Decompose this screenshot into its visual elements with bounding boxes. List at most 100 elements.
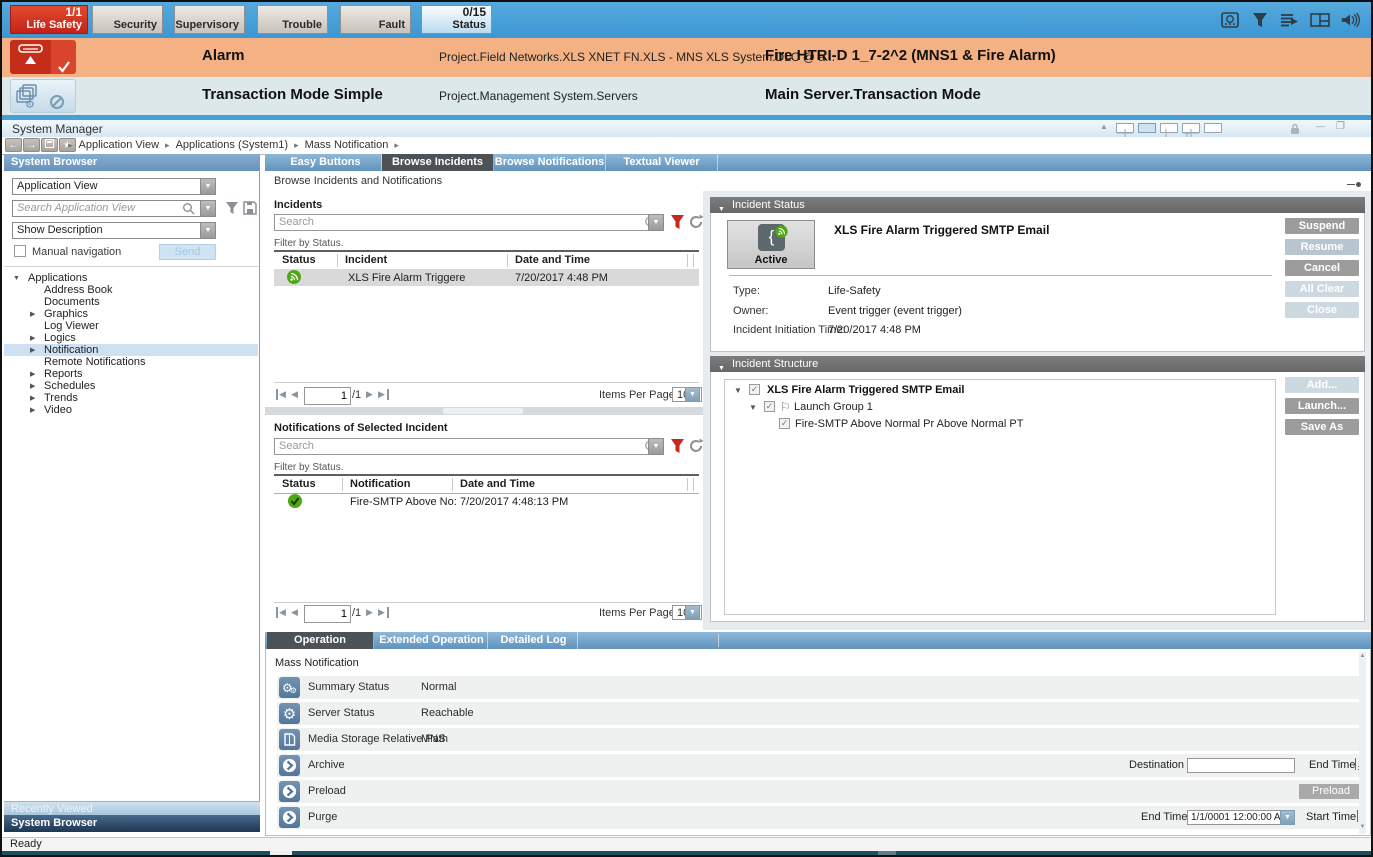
sidebar-search-input[interactable]: Search Application View — [12, 200, 201, 217]
close-button[interactable]: Close — [1285, 302, 1359, 318]
filter-by-status-icon[interactable] — [670, 214, 685, 235]
layout-grid-icon[interactable] — [1182, 123, 1200, 133]
search-dropdown-arrow-icon[interactable]: ▼ — [648, 438, 664, 455]
tab-browse-notifications[interactable]: Browse Notifications — [494, 154, 606, 171]
node-checkbox[interactable]: ✓ — [764, 401, 775, 412]
manual-navigation-checkbox[interactable] — [14, 245, 26, 257]
tree-node[interactable]: ▶Logics — [4, 332, 258, 344]
tree-node[interactable]: ▶Video — [4, 404, 258, 416]
sound-icon[interactable] — [1339, 9, 1361, 31]
last-page-icon[interactable]: ▶ — [378, 389, 385, 400]
structure-node[interactable]: Launch Group 1 — [794, 401, 873, 413]
description-dropdown[interactable]: Show Description — [12, 222, 201, 239]
refresh-icon[interactable] — [688, 214, 704, 235]
search-dropdown-arrow-icon[interactable]: ▼ — [200, 200, 216, 217]
view-dropdown-arrow-icon[interactable]: ▼ — [200, 178, 216, 195]
status-button[interactable]: 0/15 Status — [421, 5, 492, 34]
tab-browse-incidents[interactable]: Browse Incidents — [382, 154, 494, 171]
transaction-banner[interactable]: ⚙ Transaction Mode Simple Project.Manage… — [2, 77, 1371, 115]
pin-icon[interactable] — [1347, 182, 1361, 188]
prev-page-icon[interactable]: ◀ — [291, 389, 298, 400]
view-dropdown[interactable]: Application View — [12, 178, 201, 195]
first-page-icon[interactable]: ◀ — [279, 389, 286, 400]
suspend-button[interactable]: Suspend — [1285, 218, 1359, 234]
tab-detailed-log[interactable]: Detailed Log — [490, 632, 578, 649]
horizontal-splitter[interactable] — [265, 407, 703, 415]
incident-structure-header[interactable]: ▼ Incident Structure — [710, 356, 1365, 372]
tab-extended-operation[interactable]: Extended Operation — [376, 632, 488, 649]
filter-events-icon[interactable] — [1249, 9, 1271, 31]
system-browser-tab[interactable]: System Browser — [4, 815, 260, 832]
cancel-button[interactable]: Cancel — [1285, 260, 1359, 276]
operation-scrollbar[interactable]: ▲ ▼ — [1359, 652, 1366, 834]
tree-node[interactable]: ▶Graphics — [4, 308, 258, 320]
layout-single-icon[interactable] — [1138, 123, 1156, 133]
items-per-page-arrow-icon[interactable]: ▼ — [685, 605, 700, 620]
security-button[interactable]: Security — [92, 5, 163, 34]
notifications-search-input[interactable]: Search — [274, 438, 664, 455]
layout-2x2-icon[interactable] — [1116, 123, 1134, 133]
minimize-icon[interactable]: — — [1316, 121, 1325, 131]
tree-node-notification-selected[interactable]: ▶Notification — [4, 344, 258, 356]
destination-input[interactable] — [1187, 758, 1295, 773]
supervisory-button[interactable]: Supervisory — [174, 5, 245, 34]
description-dropdown-arrow-icon[interactable]: ▼ — [200, 222, 216, 239]
tree-node[interactable]: ▶Schedules — [4, 380, 258, 392]
recently-viewed-tab[interactable]: Recently Viewed — [4, 801, 260, 815]
structure-node[interactable]: Fire-SMTP Above Normal Pr Above Normal P… — [795, 418, 1023, 430]
structure-node[interactable]: XLS Fire Alarm Triggered SMTP Email — [767, 384, 964, 396]
incident-status-header[interactable]: ▼ Incident Status — [710, 197, 1365, 213]
node-checkbox[interactable]: ✓ — [779, 418, 790, 429]
send-button[interactable]: Send — [159, 244, 216, 260]
sidebar-filter-icon[interactable] — [225, 201, 239, 220]
fault-button[interactable]: Fault — [340, 5, 411, 34]
resume-button[interactable]: Resume — [1285, 239, 1359, 255]
tree-node[interactable]: Log Viewer — [4, 320, 258, 332]
next-page-icon[interactable]: ▶ — [366, 607, 373, 618]
search-dropdown-arrow-icon[interactable]: ▼ — [648, 214, 664, 231]
history-button[interactable] — [41, 138, 58, 152]
add-button[interactable]: Add... — [1285, 377, 1359, 393]
trouble-button[interactable]: Trouble — [257, 5, 328, 34]
tab-textual-viewer[interactable]: Textual Viewer — [606, 154, 718, 171]
launch-button[interactable]: Launch... — [1285, 398, 1359, 414]
incidents-search-input[interactable]: Search — [274, 214, 664, 231]
tree-node[interactable]: Address Book — [4, 284, 258, 296]
items-per-page-arrow-icon[interactable]: ▼ — [685, 387, 700, 402]
layout-blank-icon[interactable] — [1204, 123, 1222, 133]
tab-operation[interactable]: Operation — [267, 632, 374, 649]
refresh-icon[interactable] — [688, 438, 704, 459]
alarm-banner[interactable]: Alarm Project.Field Networks.XLS XNET FN… — [2, 38, 1371, 77]
tab-easy-buttons[interactable]: Easy Buttons — [270, 154, 382, 171]
purge-end-time-arrow-icon[interactable]: ▼ — [1280, 810, 1295, 825]
tree-node[interactable]: Documents — [4, 296, 258, 308]
filter-by-status-icon[interactable] — [670, 438, 685, 459]
first-page-icon[interactable]: ◀ — [279, 607, 286, 618]
event-list-icon[interactable] — [1279, 9, 1301, 31]
purge-end-time-value[interactable]: 1/1/0001 12:00:00 AM — [1187, 810, 1295, 825]
layout-left-icon[interactable] — [1160, 123, 1178, 133]
breadcrumb-item[interactable]: Application View — [79, 139, 160, 151]
tree-node[interactable]: Remote Notifications — [4, 356, 258, 368]
scrollbar-segment[interactable] — [270, 851, 292, 855]
node-checkbox[interactable]: ✓ — [749, 384, 760, 395]
preload-button[interactable]: Preload — [1299, 784, 1363, 799]
event-recorder-icon[interactable] — [1219, 9, 1241, 31]
restore-icon[interactable]: ❐ — [1336, 121, 1345, 132]
save-as-button[interactable]: Save As — [1285, 419, 1359, 435]
incident-row-selected[interactable]: XLS Fire Alarm Triggere 7/20/2017 4:48 P… — [274, 269, 699, 286]
all-clear-button[interactable]: All Clear — [1285, 281, 1359, 297]
scrollbar-segment[interactable] — [878, 851, 896, 855]
tree-node[interactable]: ▶Reports — [4, 368, 258, 380]
back-button[interactable]: ← — [5, 138, 22, 152]
next-page-icon[interactable]: ▶ — [366, 389, 373, 400]
tree-node[interactable]: ▶Trends — [4, 392, 258, 404]
tree-node-applications[interactable]: ▼ Applications — [4, 272, 258, 284]
layout-panes-icon[interactable] — [1309, 9, 1331, 31]
page-number-input[interactable] — [304, 387, 351, 405]
collapse-panel-icon[interactable]: ▲ — [1100, 122, 1108, 131]
save-filter-icon[interactable] — [243, 201, 257, 220]
page-number-input[interactable] — [304, 605, 351, 623]
last-page-icon[interactable]: ▶ — [378, 607, 385, 618]
life-safety-button[interactable]: 1/1 Life Safety — [10, 5, 88, 34]
